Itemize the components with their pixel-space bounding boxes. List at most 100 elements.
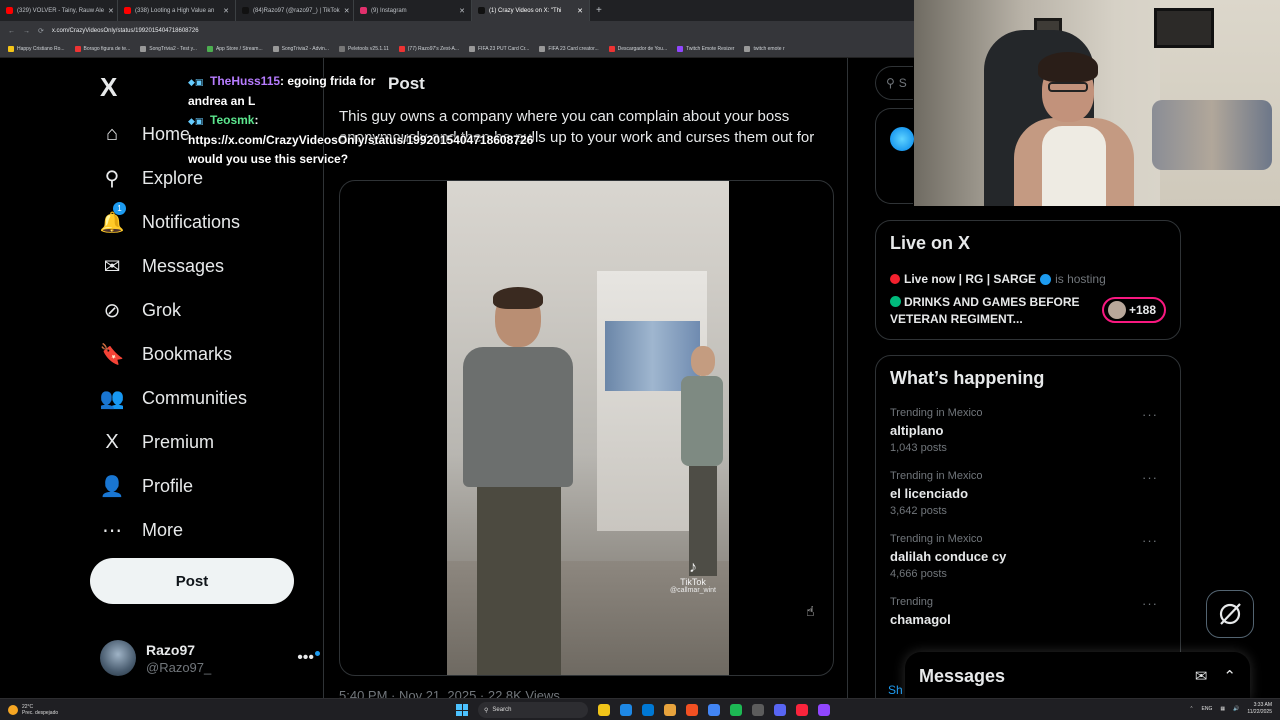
show-more-link[interactable]: Sh [888, 683, 903, 697]
close-tab-icon[interactable]: ✕ [108, 7, 114, 15]
taskbar-app-icon[interactable] [642, 704, 654, 716]
start-button[interactable] [456, 704, 468, 716]
video-person-background [679, 346, 725, 576]
close-tab-icon[interactable]: ✕ [459, 7, 465, 15]
bookmark-item[interactable]: (77) Razo97's Zest-A... [398, 46, 459, 52]
taskbar-app-icon[interactable] [752, 704, 764, 716]
taskbar-search[interactable]: ⚲ Search [478, 702, 588, 718]
taskbar-app-icon[interactable] [730, 704, 742, 716]
bookmark-item[interactable]: FIFA 23 PUT Card Cr... [469, 46, 529, 52]
close-tab-icon[interactable]: ✕ [223, 7, 229, 15]
bookmark-favicon-icon [272, 46, 279, 52]
nav-label: Messages [142, 255, 225, 276]
trend-more-icon[interactable]: ··· [1142, 407, 1158, 422]
taskbar-app-icon[interactable] [818, 704, 830, 716]
clock[interactable]: 3:33 AM 11/22/2025 [1247, 702, 1272, 716]
taskbar-app-icon[interactable] [796, 704, 808, 716]
trend-more-icon[interactable]: ··· [1142, 470, 1158, 485]
taskbar-app-icon[interactable] [664, 704, 676, 716]
browser-tab[interactable]: (9) Instagram ✕ [354, 0, 472, 21]
search-icon: ⚲ [104, 167, 120, 190]
trend-more-icon[interactable]: ··· [1142, 533, 1158, 548]
nav-item-communities[interactable]: 👥 Communities [96, 376, 316, 420]
language-indicator[interactable]: ENG [1202, 706, 1213, 712]
live-on-x-card[interactable]: Live on X Live now | RG | SARGE is hosti… [875, 220, 1181, 340]
bookmark-item[interactable]: twitch emote r [744, 46, 785, 52]
video-person-foreground [455, 287, 575, 675]
taskbar-app-icon[interactable] [686, 704, 698, 716]
tab-favicon-icon [242, 7, 249, 14]
bookmark-item[interactable]: App Store / Stream... [206, 46, 263, 52]
browser-tab[interactable]: (329) VOLVER - Tainy, Rauw Ale ✕ [0, 0, 118, 21]
chat-badge-icon: ◆▣ [188, 77, 204, 87]
forward-icon[interactable]: → [23, 28, 30, 35]
account-switcher[interactable]: Razo97 @Razo97_ ••• [100, 638, 320, 678]
back-icon[interactable]: ← [8, 28, 15, 35]
new-tab-icon[interactable]: + [596, 5, 602, 16]
video-player[interactable]: ♪ TikTok @callmar_wint [447, 181, 729, 675]
network-icon[interactable]: ▦ [1220, 706, 1225, 712]
bookmark-item[interactable]: SongTrivia2 - Test y... [140, 46, 197, 52]
nav-item-more[interactable]: ⋯ More [96, 508, 316, 552]
taskbar-app-icon[interactable] [620, 704, 632, 716]
browser-tab[interactable]: (1) Crazy Videos on X: "Thi ✕ [472, 0, 590, 21]
reload-icon[interactable]: ⟳ [38, 27, 44, 35]
nav-label: Communities [142, 387, 248, 408]
messages-drawer-title: Messages [919, 665, 1006, 686]
bookmark-item[interactable]: Peletools v25.1.11 [338, 46, 389, 52]
new-message-icon[interactable]: ✉ [1195, 667, 1208, 685]
close-tab-icon[interactable]: ✕ [577, 7, 583, 15]
post-button[interactable]: Post [90, 558, 294, 604]
premium-card[interactable] [875, 108, 914, 204]
search-input[interactable]: ⚲ S [875, 66, 913, 100]
taskbar-app-icon[interactable] [774, 704, 786, 716]
person-icon: 👤 [99, 475, 125, 498]
nav-item-bookmarks[interactable]: 🔖 Bookmarks [96, 332, 316, 376]
communities-icon: 👥 [99, 387, 125, 410]
listener-count-pill[interactable]: +188 [1102, 297, 1166, 323]
bookmark-item[interactable]: Happy Cristiano Ro... [8, 46, 65, 52]
tab-favicon-icon [360, 7, 367, 14]
nav-item-messages[interactable]: ✉ Messages [96, 244, 316, 288]
tab-favicon-icon [124, 7, 131, 14]
bookmark-item[interactable]: Twitch Emote Resizer [677, 46, 734, 52]
url-text[interactable]: x.com/CrazyVideosOnly/status/19920154047… [52, 28, 199, 34]
live-title: Live on X [890, 233, 971, 253]
post-detail-column: Post This guy owns a company where you c… [323, 58, 848, 703]
nav-item-grok[interactable]: ⊘ Grok [96, 288, 316, 332]
taskbar-app-icon[interactable] [708, 704, 720, 716]
nav-item-premium[interactable]: X Premium [96, 420, 316, 464]
post-media[interactable]: ♪ TikTok @callmar_wint [339, 180, 834, 676]
messages-drawer[interactable]: Messages ✉ ⌃ [905, 652, 1250, 700]
volume-icon[interactable]: 🔊 [1233, 706, 1239, 712]
weather-widget[interactable]: 22°C Prec. despejado [8, 704, 58, 716]
account-more-icon[interactable]: ••• [297, 649, 320, 667]
mouse-cursor-icon: ☝ [806, 603, 815, 619]
trend-more-icon[interactable]: ··· [1142, 596, 1158, 611]
bookmark-item[interactable]: Descargador de You... [608, 46, 667, 52]
trend-item[interactable]: Trending in Mexico altiplano 1,043 posts ··… [890, 407, 1166, 454]
tray-chevron-icon[interactable]: ⌃ [1189, 706, 1193, 712]
nav-item-notifications[interactable]: 🔔 1 Notifications [96, 200, 316, 244]
nav-item-profile[interactable]: 👤 Profile [96, 464, 316, 508]
browser-tab[interactable]: (338) Looting a High Value an ✕ [118, 0, 236, 21]
expand-chevron-icon[interactable]: ⌃ [1223, 667, 1236, 685]
trend-name: altiplano [890, 423, 944, 438]
trend-post-count: 4,666 posts [890, 568, 947, 580]
search-icon: ⚲ [886, 76, 895, 90]
browser-tab[interactable]: (84)Razo97 (@razo97_) | TikTok ✕ [236, 0, 354, 21]
x-logo-icon[interactable]: X [100, 72, 117, 103]
taskbar-app-icon[interactable] [598, 704, 610, 716]
bookmark-item[interactable]: SongTrivia2 - Advin... [272, 46, 329, 52]
grok-button[interactable] [1206, 590, 1254, 638]
trend-item[interactable]: Trending in Mexico el licenciado 3,642 pos… [890, 470, 1166, 517]
bookmark-favicon-icon [677, 46, 684, 52]
trend-item[interactable]: Trending chamagol ··· [890, 596, 1166, 627]
envelope-icon: ✉ [103, 255, 121, 278]
bookmark-item[interactable]: Borago figura de te... [74, 46, 130, 52]
trend-name: dalilah conduce cy [890, 549, 1007, 564]
trend-context: Trending [890, 596, 934, 608]
close-tab-icon[interactable]: ✕ [344, 7, 350, 15]
trend-item[interactable]: Trending in Mexico dalilah conduce cy 4,66… [890, 533, 1166, 580]
bookmark-item[interactable]: FIFA 23 Card creator... [539, 46, 599, 52]
